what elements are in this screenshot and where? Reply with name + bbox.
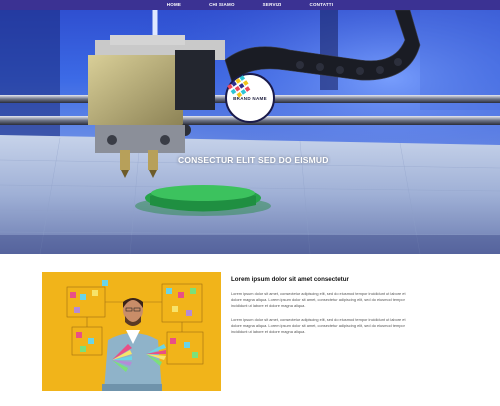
hero-banner: BRAND NAME CONSECTUR ELIT SED DO EISMUD bbox=[0, 10, 500, 254]
hero-title: CONSECTUR ELIT SED DO EISMUD bbox=[178, 155, 329, 165]
about-paragraph-1: Lorem ipsum dolor sit amet, consectetur … bbox=[231, 291, 406, 309]
hero-3d-printer-image bbox=[0, 10, 500, 254]
about-title: Lorem ipsum dolor sit amet consectetur bbox=[231, 276, 349, 283]
nav-servizi-link[interactable]: SERVIZI bbox=[249, 0, 296, 10]
about-paragraph-2: Lorem ipsum dolor sit amet, consectetur … bbox=[231, 317, 406, 335]
nav-home-link[interactable]: HOME bbox=[153, 0, 195, 10]
brand-logo-icon bbox=[227, 75, 251, 98]
man-with-swatches-image bbox=[42, 272, 221, 391]
about-section: Lorem ipsum dolor sit amet consectetur L… bbox=[0, 254, 500, 406]
about-text: Lorem ipsum dolor sit amet consectetur L… bbox=[231, 276, 411, 344]
about-photo bbox=[42, 272, 221, 391]
nav-chi-siamo-link[interactable]: CHI SIAMO bbox=[195, 0, 249, 10]
nav-contatti-link[interactable]: CONTATTI bbox=[296, 0, 348, 10]
brand-logo[interactable]: BRAND NAME bbox=[225, 73, 275, 123]
top-navigation: HOME CHI SIAMO SERVIZI CONTATTI bbox=[0, 0, 500, 10]
